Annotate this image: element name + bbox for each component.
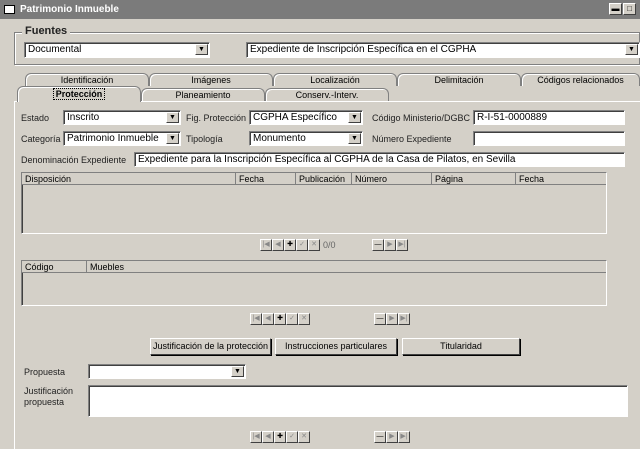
codigo-ministerio-value: R-I-51-0000889 (477, 112, 548, 123)
categoria-select[interactable]: Patrimonio Inmueble ▼ (63, 131, 181, 146)
save-record-button[interactable]: ✓ (286, 431, 298, 443)
cancel-record-button[interactable]: ✕ (298, 431, 310, 443)
add-record-button[interactable]: ✚ (274, 313, 286, 325)
chevron-down-icon[interactable]: ▼ (166, 133, 179, 144)
estado-label: Estado (21, 113, 50, 123)
prev-record-button[interactable]: ◀ (272, 239, 284, 251)
save-record-button[interactable]: ✓ (286, 313, 298, 325)
delete-record-button[interactable]: — (374, 313, 386, 325)
fig-proteccion-select[interactable]: CGPHA Específico ▼ (249, 110, 363, 125)
last-record-button[interactable]: ▶| (398, 431, 410, 443)
add-record-button[interactable]: ✚ (274, 431, 286, 443)
titularidad-button[interactable]: Titularidad (402, 338, 520, 355)
chevron-down-icon[interactable]: ▼ (348, 112, 361, 123)
codigo-ministerio-field[interactable]: R-I-51-0000889 (473, 110, 625, 125)
codigo-ministerio-label: Código Ministerio/DGBC (372, 113, 471, 123)
estado-select[interactable]: Inscrito ▼ (63, 110, 181, 125)
col-fecha[interactable]: Fecha (236, 173, 296, 185)
justificacion-propuesta-label-2: propuesta (24, 397, 65, 407)
last-record-button[interactable]: ▶| (396, 239, 408, 251)
col-codigo[interactable]: Código (22, 261, 87, 273)
delete-record-button[interactable]: — (374, 431, 386, 443)
numero-expediente-field[interactable] (473, 131, 625, 146)
grid-header: Disposición Fecha Publicación Número Pág… (22, 173, 606, 185)
next-record-button[interactable]: ▶ (386, 313, 398, 325)
navigator-2: |◀ ◀ ✚ ✓ ✕ — ▶ ▶| (250, 313, 420, 327)
propuesta-label: Propuesta (24, 367, 66, 377)
col-fecha-2[interactable]: Fecha (516, 173, 606, 185)
record-count: 0/0 (323, 240, 336, 250)
next-record-button[interactable]: ▶ (386, 431, 398, 443)
chevron-down-icon[interactable]: ▼ (231, 366, 244, 377)
first-record-button[interactable]: |◀ (250, 431, 262, 443)
navigator-1: |◀ ◀ ✚ ✓ ✕ 0/0 — ▶ ▶| (260, 239, 420, 253)
fig-proteccion-value: CGPHA Específico (253, 112, 337, 123)
prev-record-button[interactable]: ◀ (262, 431, 274, 443)
denominacion-field[interactable]: Expediente para la Inscripción Específic… (134, 152, 625, 167)
fig-proteccion-label: Fig. Protección (186, 113, 247, 123)
add-record-button[interactable]: ✚ (284, 239, 296, 251)
justificacion-proteccion-button[interactable]: Justificación de la protección (150, 338, 271, 355)
last-record-button[interactable]: ▶| (398, 313, 410, 325)
numero-expediente-label: Número Expediente (372, 134, 452, 144)
col-numero[interactable]: Número (352, 173, 432, 185)
propuesta-select[interactable]: ▼ (88, 364, 246, 379)
chevron-down-icon[interactable]: ▼ (166, 112, 179, 123)
justificacion-propuesta-textarea[interactable] (88, 385, 628, 417)
categoria-label: Categoría (21, 134, 61, 144)
tipologia-value: Monumento (253, 133, 306, 144)
categoria-value: Patrimonio Inmueble (67, 133, 159, 144)
panel-content: Estado Inscrito ▼ Fig. Protección CGPHA … (0, 0, 640, 449)
col-disposicion[interactable]: Disposición (22, 173, 236, 185)
chevron-down-icon[interactable]: ▼ (348, 133, 361, 144)
navigator-3: |◀ ◀ ✚ ✓ ✕ — ▶ ▶| (250, 431, 420, 445)
cancel-record-button[interactable]: ✕ (308, 239, 320, 251)
col-pagina[interactable]: Página (432, 173, 516, 185)
tipologia-label: Tipología (186, 134, 223, 144)
estado-value: Inscrito (67, 112, 100, 123)
col-muebles[interactable]: Muebles (87, 261, 606, 273)
disposicion-grid[interactable]: Disposición Fecha Publicación Número Pág… (21, 172, 607, 234)
justificacion-propuesta-label-1: Justificación (24, 386, 74, 396)
delete-record-button[interactable]: — (372, 239, 384, 251)
instrucciones-particulares-button[interactable]: Instrucciones particulares (275, 338, 397, 355)
cancel-record-button[interactable]: ✕ (298, 313, 310, 325)
denominacion-value: Expediente para la Inscripción Específic… (138, 154, 516, 165)
next-record-button[interactable]: ▶ (384, 239, 396, 251)
grid-header: Código Muebles (22, 261, 606, 273)
prev-record-button[interactable]: ◀ (262, 313, 274, 325)
denominacion-label: Denominación Expediente (21, 155, 127, 165)
first-record-button[interactable]: |◀ (260, 239, 272, 251)
tipologia-select[interactable]: Monumento ▼ (249, 131, 363, 146)
save-record-button[interactable]: ✓ (296, 239, 308, 251)
col-publicacion[interactable]: Publicación (296, 173, 352, 185)
muebles-grid[interactable]: Código Muebles (21, 260, 607, 306)
first-record-button[interactable]: |◀ (250, 313, 262, 325)
